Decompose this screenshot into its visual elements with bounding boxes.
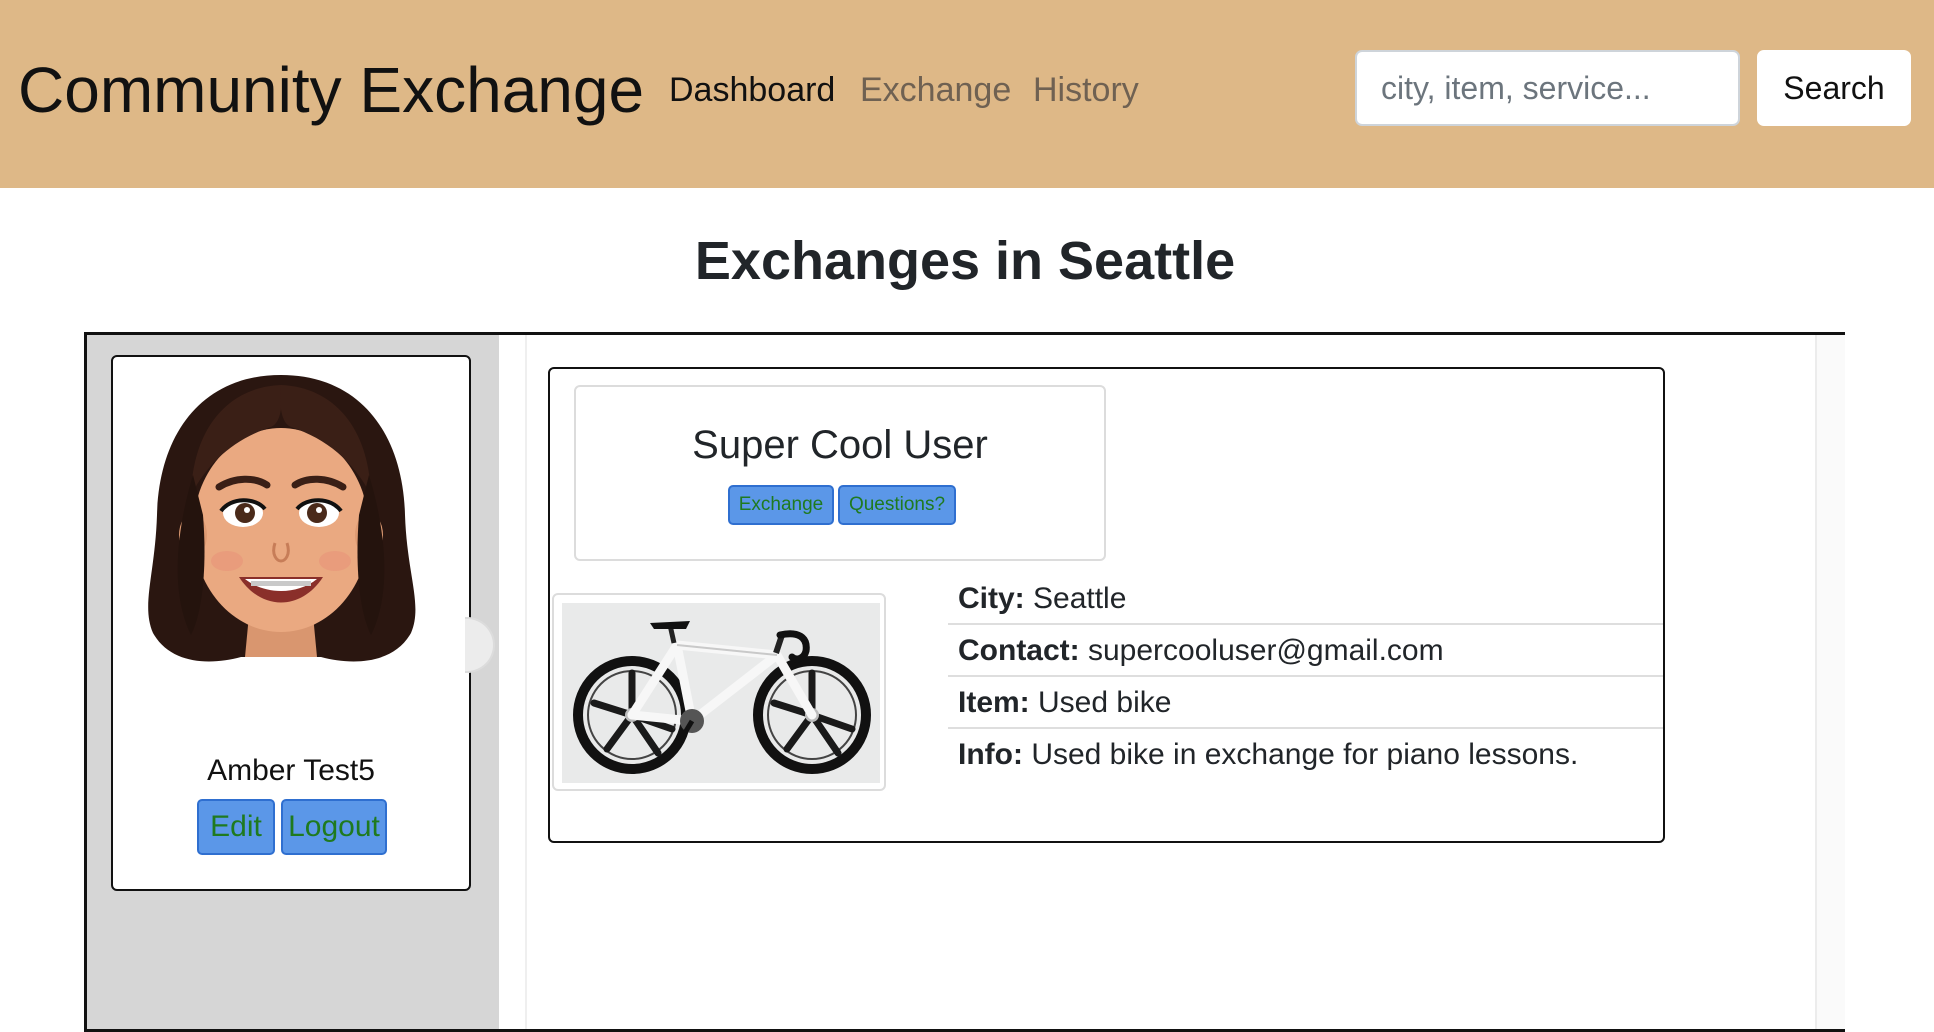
profile-card: Amber Test5 Edit Logout (111, 355, 471, 891)
nav-exchange[interactable]: Exchange (860, 68, 1011, 112)
top-navbar: Community Exchange Dashboard Exchange Hi… (0, 0, 1934, 188)
item-photo-frame (552, 593, 886, 791)
detail-city: City: Seattle (948, 573, 1663, 625)
detail-contact-label: Contact: (958, 634, 1088, 667)
right-gutter (1815, 335, 1845, 1029)
listing-user-box: Super Cool User Exchange Questions? (574, 385, 1106, 561)
search-input[interactable] (1355, 50, 1740, 126)
main-frame: Amber Test5 Edit Logout Super Cool User … (84, 332, 1845, 1032)
sidebar: Amber Test5 Edit Logout (87, 335, 499, 1029)
detail-info-label: Info: (958, 738, 1032, 771)
listing-user-name: Super Cool User (692, 423, 988, 467)
detail-city-label: City: (958, 582, 1033, 615)
detail-contact-value: supercooluser@gmail.com (1088, 634, 1444, 667)
detail-contact: Contact: supercooluser@gmail.com (948, 625, 1663, 677)
profile-name: Amber Test5 (207, 754, 375, 787)
edit-profile-button[interactable]: Edit (197, 799, 275, 855)
detail-info: Info: Used bike in exchange for piano le… (948, 729, 1663, 781)
exchange-listing-card: Super Cool User Exchange Questions? City… (548, 367, 1665, 843)
nav-dashboard[interactable]: Dashboard (669, 68, 835, 112)
questions-button[interactable]: Questions? (838, 485, 956, 525)
search-button[interactable]: Search (1757, 50, 1911, 126)
page-title: Exchanges in Seattle (694, 231, 1236, 291)
memoji-avatar-icon (148, 375, 416, 662)
bicycle-photo (562, 603, 880, 783)
detail-info-value: Used bike in exchange for piano lessons. (1031, 738, 1579, 771)
nav-history[interactable]: History (1033, 68, 1139, 112)
detail-item: Item: Used bike (948, 677, 1663, 729)
listing-details: City: Seattle Contact: supercooluser@gma… (948, 573, 1663, 781)
brand-link[interactable]: Community Exchange (18, 48, 644, 132)
detail-item-value: Used bike (1038, 686, 1172, 719)
column-divider (525, 335, 527, 1029)
logout-button[interactable]: Logout (281, 799, 387, 855)
detail-city-value: Seattle (1033, 582, 1127, 615)
detail-item-label: Item: (958, 686, 1039, 719)
exchange-button[interactable]: Exchange (728, 485, 834, 525)
